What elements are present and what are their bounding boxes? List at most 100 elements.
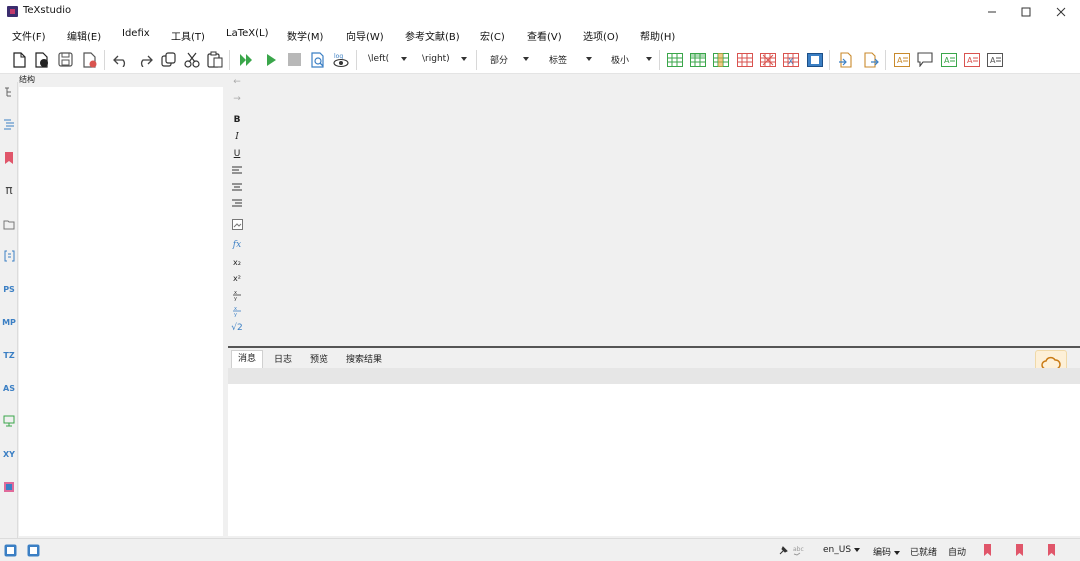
export-file-button[interactable] <box>862 51 879 68</box>
beamer-panel-button[interactable] <box>2 414 16 428</box>
add-column-button[interactable] <box>712 51 729 68</box>
menu-math[interactable]: 数学(M) <box>287 28 323 43</box>
insert-table-button[interactable] <box>666 51 683 68</box>
fraction-button[interactable]: xy <box>229 288 245 302</box>
math-symbols-panel-button[interactable]: π <box>2 183 16 197</box>
cut-button[interactable] <box>183 51 200 68</box>
sqrt-button[interactable]: √2 <box>229 321 245 335</box>
menu-edit[interactable]: 编辑(E) <box>67 28 101 43</box>
auto-status[interactable]: 自动 <box>948 545 966 558</box>
menu-help[interactable]: 帮助(H) <box>640 28 675 43</box>
toc-panel-button[interactable] <box>2 117 16 131</box>
new-file-icon <box>13 51 26 68</box>
minimize-button[interactable] <box>975 0 1009 24</box>
bookmark-button-1[interactable] <box>980 543 994 557</box>
menu-file[interactable]: 文件(F) <box>12 28 46 43</box>
insert-math-button[interactable]: fx <box>229 238 245 252</box>
xymatrix-panel-button[interactable]: XY <box>2 447 16 461</box>
redo-button[interactable] <box>136 51 153 68</box>
menu-view[interactable]: 查看(V) <box>527 28 562 43</box>
pstricks-panel-button[interactable]: PS <box>2 282 16 296</box>
metapost-panel-button[interactable]: MP <box>2 315 16 329</box>
toggle-messages-button[interactable] <box>26 543 40 557</box>
toggle-structure-button[interactable] <box>3 543 17 557</box>
insert-image-button[interactable] <box>229 217 245 231</box>
encoding-select[interactable]: 编码 <box>873 545 901 558</box>
italic-button[interactable]: I <box>229 130 245 144</box>
save-button[interactable] <box>57 51 74 68</box>
menu-bibliography[interactable]: 参考文献(B) <box>405 28 460 43</box>
align-left-button[interactable] <box>229 163 245 177</box>
build-view-button[interactable] <box>238 51 255 68</box>
undo-button[interactable] <box>112 51 129 68</box>
brackets-panel-button[interactable] <box>2 249 16 263</box>
tab-messages[interactable]: 消息 <box>231 350 264 368</box>
tikz-panel-button[interactable]: TZ <box>2 348 16 362</box>
chevron-down-icon <box>646 57 652 61</box>
tab-search-results[interactable]: 搜索结果 <box>346 352 382 365</box>
editor-area[interactable] <box>246 74 1080 346</box>
open-file-button[interactable] <box>33 51 50 68</box>
superscript-button[interactable]: x² <box>229 271 245 285</box>
symbols-favorites-panel-button[interactable] <box>2 480 16 494</box>
dfrac-button[interactable]: xy <box>229 304 245 318</box>
bookmark-icon <box>983 544 991 556</box>
remove-column-button[interactable] <box>759 51 776 68</box>
view-log-button[interactable]: log <box>332 51 349 68</box>
subscript-button[interactable]: x₂ <box>229 255 245 269</box>
compile-button[interactable] <box>262 51 279 68</box>
import-file-button[interactable] <box>837 51 854 68</box>
back-arrow-button[interactable]: ← <box>229 75 245 89</box>
underline-button[interactable]: U <box>229 147 245 161</box>
insert-alertblock-button[interactable]: A <box>963 51 980 68</box>
spellcheck-button[interactable]: abc <box>793 543 807 557</box>
table-align-button[interactable] <box>806 51 823 68</box>
menu-macros[interactable]: 宏(C) <box>480 28 505 43</box>
copy-button[interactable] <box>160 51 177 68</box>
structure-panel-button[interactable] <box>2 85 16 99</box>
language-select[interactable]: en_US <box>823 545 861 555</box>
right-delimiter-select[interactable]: \right) <box>418 50 470 68</box>
insert-exampleblock-button[interactable]: A <box>986 51 1003 68</box>
align-center-button[interactable] <box>229 180 245 194</box>
tab-log[interactable]: 日志 <box>274 352 292 365</box>
asymptote-panel-button[interactable]: AS <box>2 381 16 395</box>
view-pdf-button[interactable] <box>309 51 326 68</box>
view-document-icon <box>310 51 324 68</box>
messages-panel[interactable] <box>228 384 1080 536</box>
pin-button[interactable] <box>777 543 791 557</box>
font-size-select[interactable]: 极小 <box>607 50 655 68</box>
close-button[interactable] <box>1044 0 1078 24</box>
bold-button[interactable]: B <box>229 113 245 127</box>
paste-button[interactable] <box>206 51 223 68</box>
insert-comment-button[interactable] <box>916 51 933 68</box>
panel-toggle-icon <box>27 544 39 556</box>
insert-frame-button[interactable]: A <box>893 51 910 68</box>
remove-row-button[interactable] <box>736 51 753 68</box>
menu-options[interactable]: 选项(O) <box>583 28 619 43</box>
menu-idefix[interactable]: Idefix <box>122 28 150 39</box>
add-row-button[interactable] <box>689 51 706 68</box>
new-file-button[interactable] <box>11 51 28 68</box>
left-delimiter-select[interactable]: \left( <box>364 50 410 68</box>
forward-arrow-button[interactable]: → <box>229 92 245 106</box>
bookmarks-panel-button[interactable] <box>2 151 16 165</box>
tab-preview[interactable]: 预览 <box>310 352 328 365</box>
files-panel-button[interactable] <box>2 217 16 231</box>
bookmark-button-3[interactable] <box>1044 543 1058 557</box>
mp-label: MP <box>2 317 16 327</box>
label-select[interactable]: 标签 <box>545 50 595 68</box>
menu-tools[interactable]: 工具(T) <box>171 28 205 43</box>
maximize-button[interactable] <box>1009 0 1043 24</box>
align-right-button[interactable] <box>229 196 245 210</box>
menu-wizard[interactable]: 向导(W) <box>346 28 384 43</box>
structure-tree-panel[interactable] <box>19 87 223 536</box>
close-file-button[interactable] <box>81 51 98 68</box>
stop-button[interactable] <box>286 51 303 68</box>
delete-table-button[interactable]: X <box>782 51 799 68</box>
section-select[interactable]: 部分 <box>486 50 532 68</box>
insert-block-button[interactable]: A <box>940 51 957 68</box>
menu-latex[interactable]: LaTeX(L) <box>226 28 269 39</box>
arrow-left-icon: ← <box>233 77 241 87</box>
bookmark-button-2[interactable] <box>1012 543 1026 557</box>
